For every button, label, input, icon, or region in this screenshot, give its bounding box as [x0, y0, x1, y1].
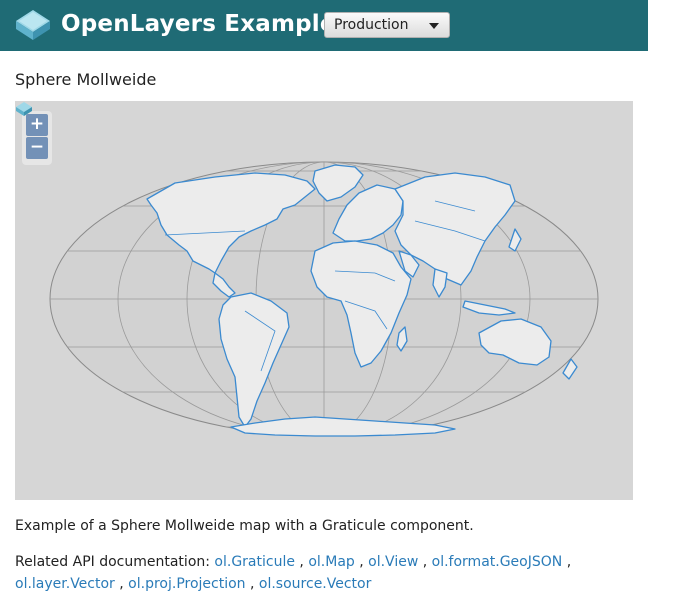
chevron-down-icon: [429, 23, 439, 29]
api-link-layer-vector[interactable]: ol.layer.Vector: [15, 576, 115, 592]
map-canvas: [49, 161, 599, 437]
api-link-geojson[interactable]: ol.format.GeoJSON: [432, 554, 563, 570]
example-description: Example of a Sphere Mollweide map with a…: [15, 518, 474, 534]
api-link-graticule[interactable]: ol.Graticule: [214, 554, 295, 570]
version-select-value: Production: [334, 17, 409, 33]
zoom-out-button[interactable]: −: [26, 137, 48, 159]
openlayers-logo-icon[interactable]: [14, 8, 52, 42]
zoom-control: + −: [22, 111, 52, 165]
api-link-view[interactable]: ol.View: [368, 554, 418, 570]
api-link-source-vector[interactable]: ol.source.Vector: [259, 576, 371, 592]
api-link-map[interactable]: ol.Map: [308, 554, 354, 570]
zoom-in-button[interactable]: +: [26, 114, 48, 136]
api-link-projection[interactable]: ol.proj.Projection: [128, 576, 245, 592]
map-viewport[interactable]: + −: [15, 101, 633, 500]
brand-title[interactable]: OpenLayers Examples: [61, 9, 350, 39]
version-select[interactable]: Production: [324, 12, 450, 38]
api-label: Related API documentation:: [15, 554, 210, 570]
header-bar: OpenLayers Examples Production: [0, 0, 648, 51]
api-links: Related API documentation: ol.Graticule …: [15, 554, 572, 592]
openlayers-attribution-icon[interactable]: [15, 101, 33, 117]
page-title: Sphere Mollweide: [15, 70, 157, 89]
